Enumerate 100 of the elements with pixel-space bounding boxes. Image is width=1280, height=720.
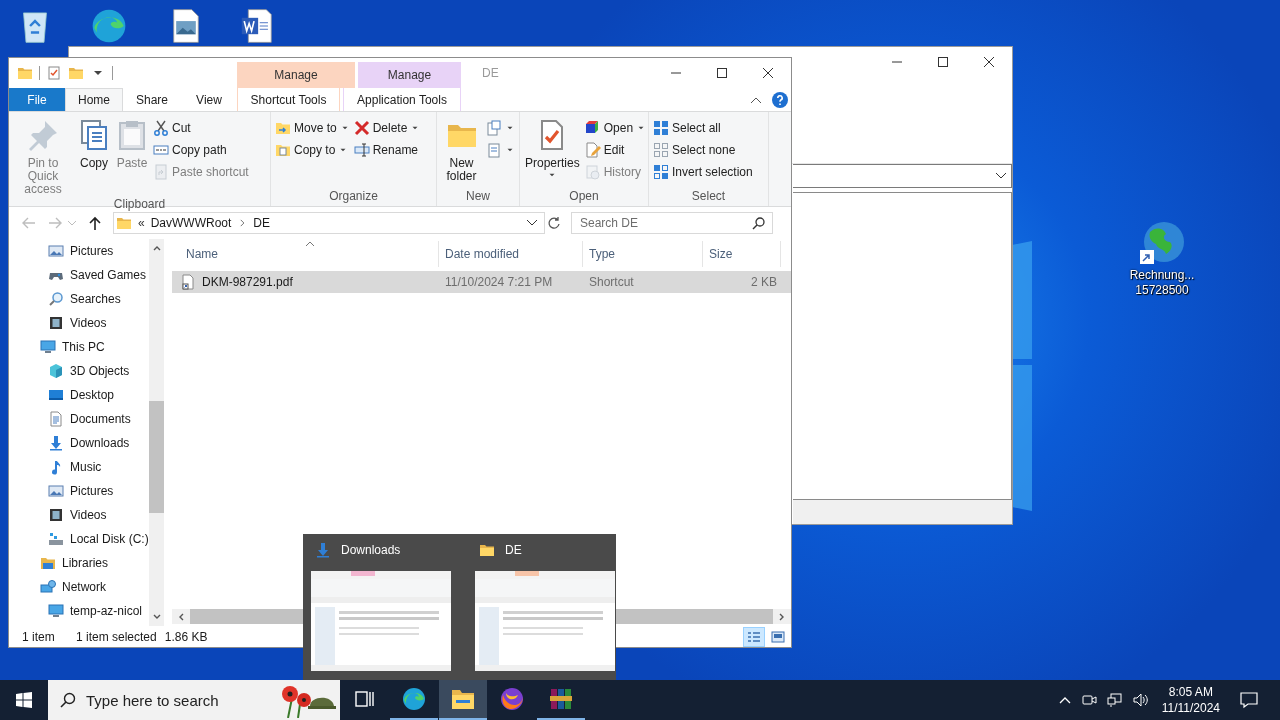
column-header[interactable]: Type [583,241,703,267]
ribbon-tab[interactable]: File [9,88,65,111]
ribbon-button[interactable]: Open [582,117,649,139]
refresh-icon[interactable] [547,216,561,230]
scissors-icon [153,120,169,136]
nav-item[interactable]: Downloads [9,431,149,455]
nav-item[interactable]: temp-az-nicol [9,599,149,623]
folder-icon [451,688,475,710]
film-icon [48,315,64,331]
camera-icon[interactable] [1080,692,1097,708]
details-view-button[interactable] [743,626,765,647]
breadcrumb-overflow[interactable]: « [138,216,145,230]
nav-item[interactable]: Searches [9,287,149,311]
nav-item[interactable]: Network [9,575,149,599]
column-header[interactable]: Date modified [439,241,583,267]
nav-item[interactable]: Music [9,455,149,479]
scrollbar-thumb[interactable] [149,401,164,513]
select-all-icon [653,120,669,136]
nav-item[interactable]: Local Disk (C:) [9,527,149,551]
nav-item[interactable]: Videos [9,311,149,335]
date-cell: 11/10/2024 7:21 PM [445,275,553,289]
group-label: Select [690,188,727,205]
taskbar-search-field[interactable]: Type here to search [48,680,340,720]
nav-item[interactable]: Videos [9,503,149,527]
help-icon[interactable] [772,91,788,108]
clock[interactable]: 8:05 AM 11/11/2024 [1161,684,1220,716]
context-tab-header: Manage [358,62,461,88]
close-icon [984,57,994,67]
move-folder-icon [275,120,291,136]
scrollbar[interactable] [149,239,164,626]
ribbon-button[interactable]: Edit [582,139,649,161]
nav-item[interactable]: This PC [9,335,149,359]
up-arrow-icon[interactable] [87,215,103,231]
download-icon [48,435,64,451]
ribbon-button[interactable]: Rename [351,139,423,161]
ribbon-button[interactable]: Select none [651,139,755,161]
ribbon-tab[interactable]: View [181,88,237,111]
nav-item[interactable]: Saved Games [9,263,149,287]
context-tab[interactable]: Application Tools [343,88,461,111]
nav-item[interactable]: Desktop [9,383,149,407]
scroll-up-icon[interactable] [152,245,161,251]
scroll-right-icon[interactable] [779,612,785,621]
word-document-icon[interactable] [240,8,273,44]
shortcut-label: 15728500 [1135,283,1189,298]
scroll-down-icon[interactable] [152,614,161,620]
ribbon-button[interactable]: Properties [522,115,583,180]
nav-item[interactable]: Pictures [9,239,149,263]
ribbon-button[interactable]: Cut [151,117,251,139]
picture-icon [48,483,64,499]
window-preview[interactable]: Downloads [307,534,455,680]
speaker-icon[interactable] [1132,692,1149,708]
group-label: Organize [328,188,379,205]
collapse-ribbon-icon[interactable] [750,95,762,104]
ribbon-button[interactable]: New folder [439,115,484,183]
breadcrumb[interactable]: DavWWWRoot [150,216,232,230]
ribbon-button[interactable]: Move to [273,117,352,139]
context-tab[interactable]: Shortcut Tools [237,88,340,111]
ribbon-button[interactable]: Copy [75,115,113,170]
file-row[interactable]: DKM-987291.pdf 11/10/2024 7:21 PM Shortcut 2 KB [172,271,791,293]
image-file-icon[interactable] [172,8,200,44]
fox-globe-icon [500,687,524,711]
chevron-up-icon[interactable] [1058,696,1071,704]
network-icon [40,579,56,595]
ribbon-button[interactable]: Select all [651,117,755,139]
ribbon-button[interactable]: Invert selection [651,161,755,183]
column-header[interactable]: Size [703,241,781,267]
clock-time: 8:05 AM [1168,684,1213,700]
pin-icon [27,119,59,151]
browser-icon [402,687,426,711]
notification-icon[interactable] [1240,691,1258,709]
dropdown-field[interactable] [793,164,1012,188]
nav-item[interactable]: Documents [9,407,149,431]
breadcrumb[interactable]: DE [253,216,271,230]
group-label: Open [568,188,600,205]
document-icon [48,411,64,427]
ribbon-button[interactable]: Copy to [273,139,352,161]
file-name: DKM-987291.pdf [202,275,293,289]
scroll-left-icon[interactable] [178,612,184,621]
search-icon [60,692,76,708]
network-icon[interactable] [1106,692,1123,708]
group-label: Clipboard [112,196,167,212]
ribbon-button[interactable]: Delete [351,117,423,139]
monitor-icon [40,339,56,355]
ribbon-tab[interactable]: Home [65,88,123,111]
ribbon-button[interactable]: Copy path [151,139,251,161]
ribbon-tab[interactable]: Share [123,88,181,111]
address-bar[interactable]: « DavWWWRoot DE [113,212,545,234]
close-icon [763,68,773,78]
column-header[interactable]: Name [172,241,439,267]
nav-item[interactable]: 3D Objects [9,359,149,383]
search-field[interactable]: Search DE [571,212,773,234]
nav-item[interactable]: Libraries [9,551,149,575]
taskbar-app-button[interactable] [439,680,487,720]
copy-icon [78,119,110,151]
window-preview[interactable]: DE [471,534,619,680]
chevron-down-icon[interactable] [526,219,538,227]
nav-item[interactable]: Pictures [9,479,149,503]
desktop-shortcut[interactable]: Rechnung... 15728500 [1122,220,1202,298]
path-icon [153,142,169,158]
browser-icon[interactable] [90,8,128,44]
